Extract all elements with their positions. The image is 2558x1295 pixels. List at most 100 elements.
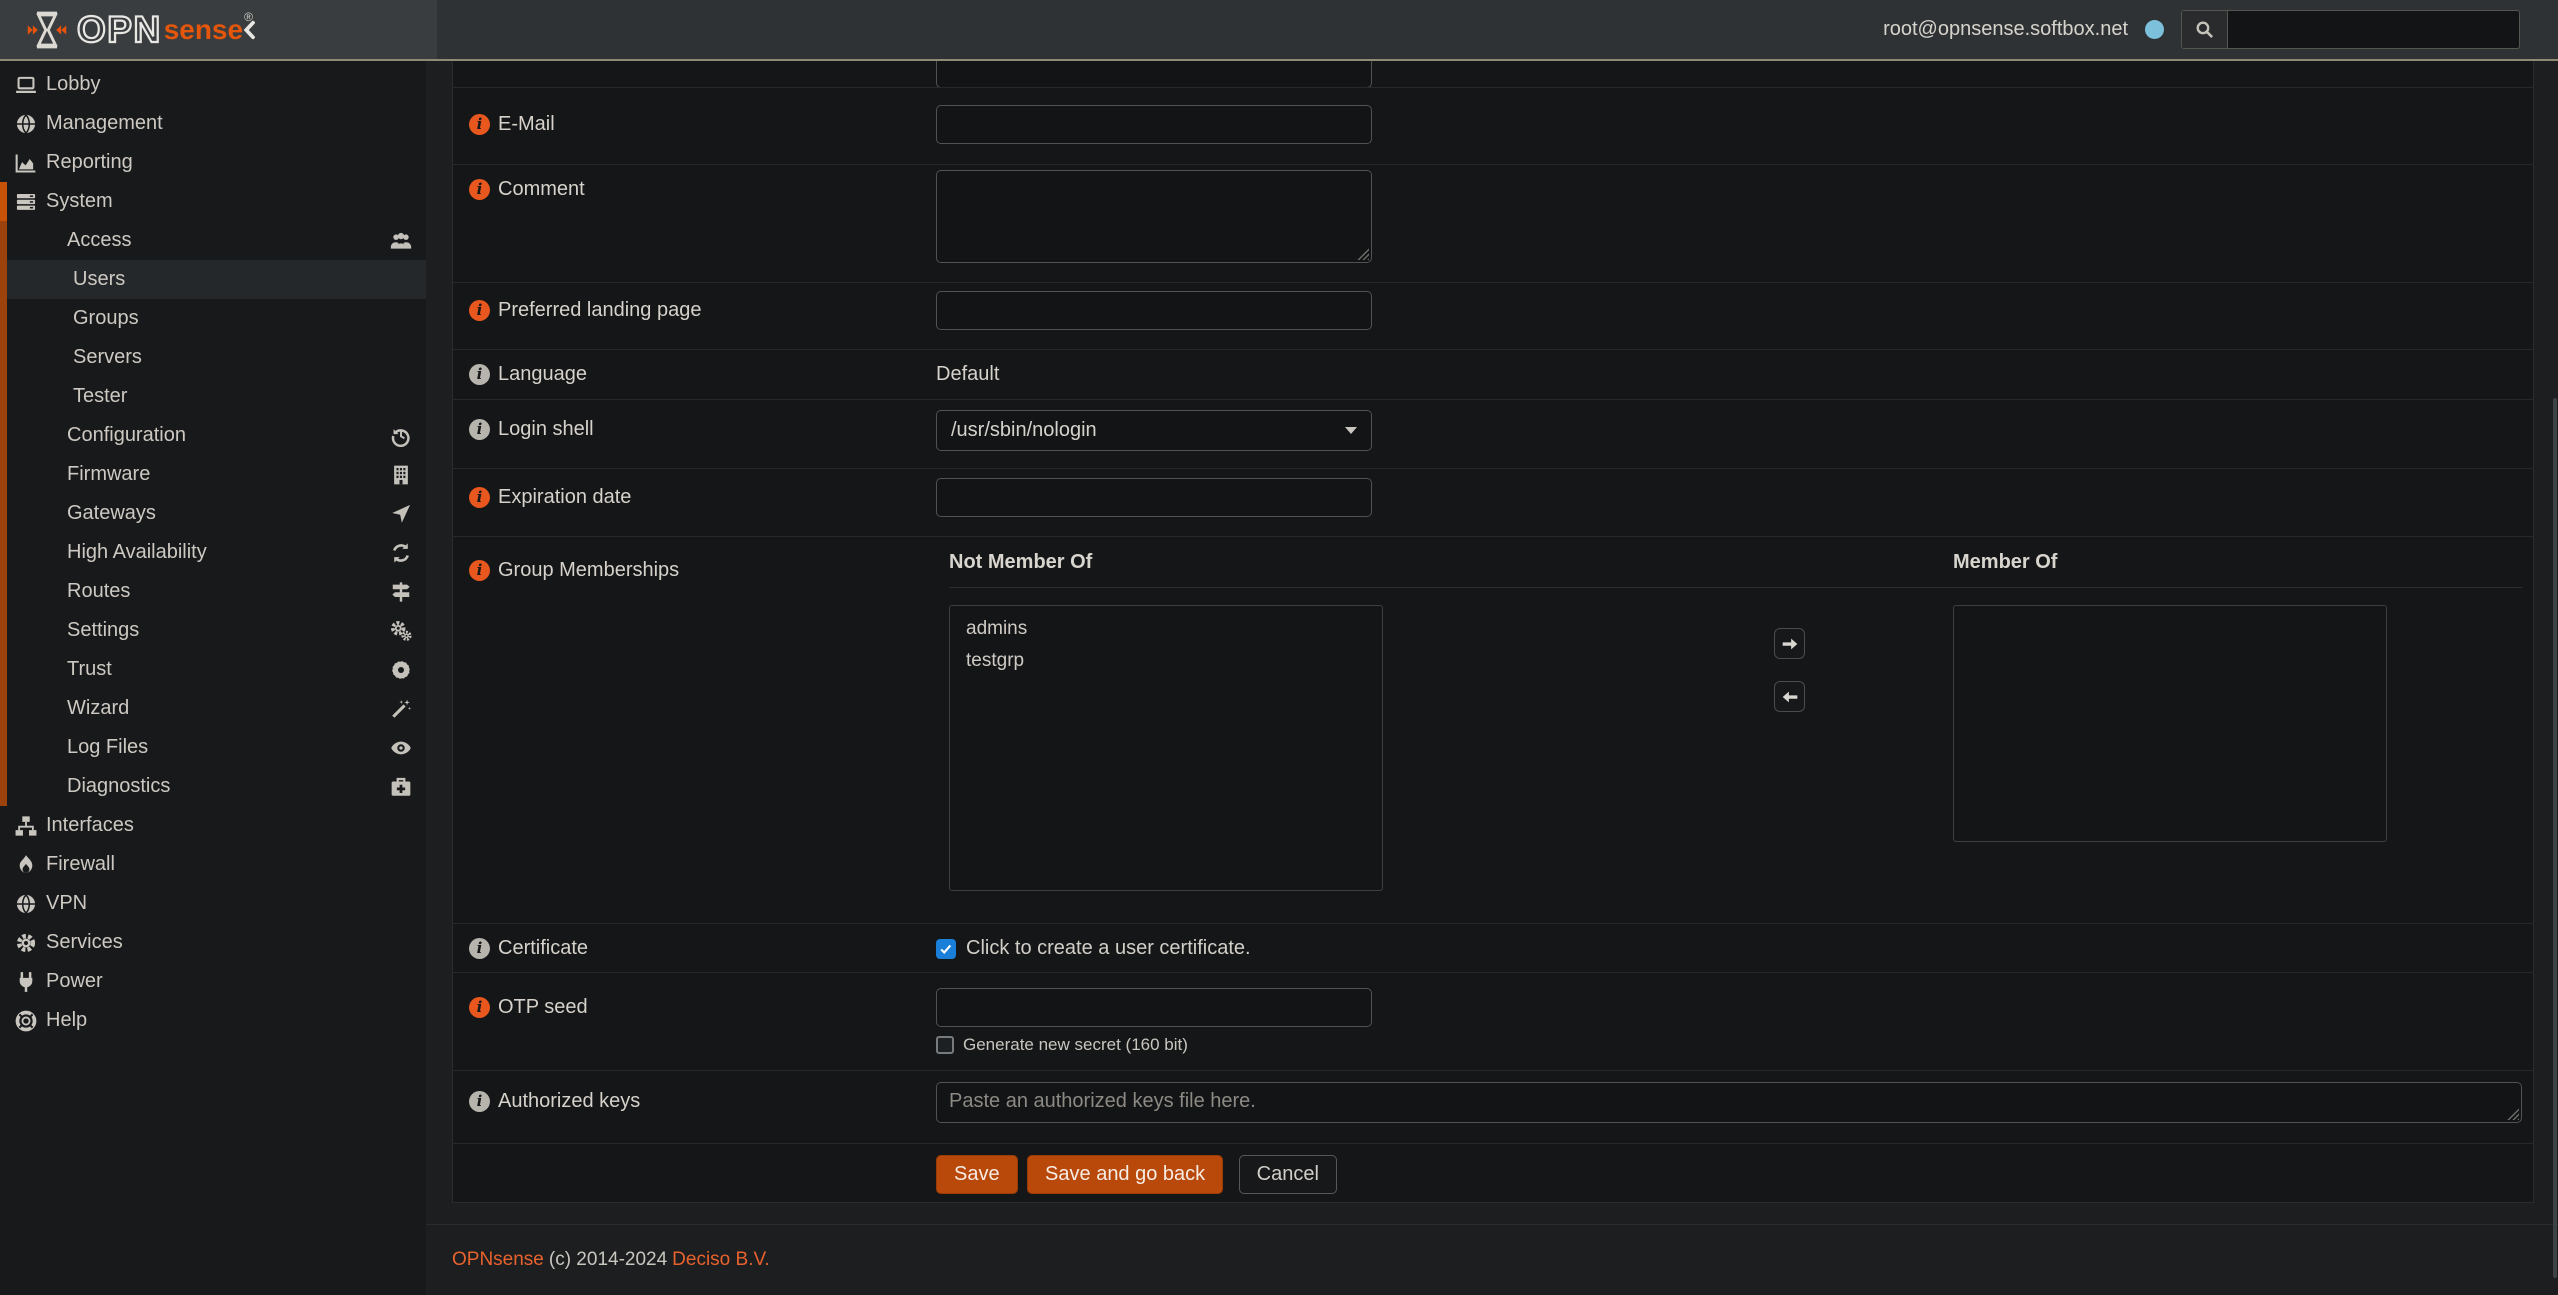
login-shell-value: /usr/sbin/nologin — [951, 419, 1097, 442]
list-item[interactable]: admins — [950, 613, 1382, 645]
form-row-email: i E-Mail — [453, 87, 2533, 164]
sidebar-item-management[interactable]: Management — [0, 104, 426, 143]
dashboard-icon — [14, 74, 38, 96]
globe-icon — [14, 113, 38, 135]
info-icon: i — [469, 114, 490, 135]
field-label: Group Memberships — [498, 551, 679, 590]
generate-secret-label: Generate new secret (160 bit) — [963, 1035, 1188, 1055]
email-input[interactable] — [936, 105, 1372, 144]
list-item[interactable]: testgrp — [950, 645, 1382, 677]
sidebar-item-interfaces[interactable]: Interfaces — [0, 806, 426, 845]
generate-secret-checkbox[interactable] — [936, 1036, 954, 1054]
sidebar-item-label: Firewall — [46, 853, 115, 876]
plug-icon — [14, 971, 38, 993]
field-label: Preferred landing page — [498, 291, 701, 330]
sidebar-collapse-button[interactable] — [237, 17, 263, 43]
location-arrow-icon — [390, 503, 412, 525]
sidebar-item-label: Firmware — [67, 463, 150, 486]
sidebar-item-routes[interactable]: Routes — [0, 572, 426, 611]
footer-opnsense-link[interactable]: OPNsense — [452, 1249, 544, 1270]
form-row-expiration: i Expiration date — [453, 468, 2533, 536]
sidebar-item-servers[interactable]: Servers — [0, 338, 426, 377]
create-certificate-checkbox[interactable] — [936, 939, 956, 959]
eye-icon — [390, 737, 412, 759]
sidebar-item-label: VPN — [46, 892, 87, 915]
search-input[interactable] — [2228, 11, 2519, 48]
top-bar: OPNsense® root@opnsense.softbox.net — [0, 0, 2558, 61]
sidebar-item-help[interactable]: Help — [0, 1001, 426, 1040]
sidebar-item-settings[interactable]: Settings — [0, 611, 426, 650]
sidebar-item-users[interactable]: Users — [0, 260, 426, 299]
cancel-button[interactable]: Cancel — [1239, 1155, 1337, 1194]
comment-textarea[interactable] — [936, 170, 1372, 263]
sidebar-item-label: Diagnostics — [67, 775, 170, 798]
sidebar-item-label: Servers — [73, 346, 142, 369]
info-icon: i — [469, 364, 490, 385]
sidebar-item-high-availability[interactable]: High Availability — [0, 533, 426, 572]
save-and-go-back-button[interactable]: Save and go back — [1027, 1155, 1223, 1194]
cogs-icon — [390, 620, 412, 642]
sidebar-item-log-files[interactable]: Log Files — [0, 728, 426, 767]
hourglass-logo-icon — [27, 9, 67, 51]
field-label: Language — [498, 355, 587, 394]
chevron-left-icon — [240, 20, 260, 40]
otp-seed-input[interactable] — [936, 988, 1372, 1027]
info-icon: i — [469, 419, 490, 440]
sidebar-item-firewall[interactable]: Firewall — [0, 845, 426, 884]
refresh-icon — [390, 542, 412, 564]
info-icon: i — [469, 487, 490, 508]
authorized-keys-textarea[interactable] — [936, 1082, 2522, 1123]
sidebar-item-label: Groups — [73, 307, 139, 330]
fire-icon — [14, 854, 38, 876]
page-scrollbar[interactable] — [2553, 398, 2557, 1278]
globe-icon — [14, 893, 38, 915]
sidebar-item-diagnostics[interactable]: Diagnostics — [0, 767, 426, 806]
life-ring-icon — [14, 1010, 38, 1032]
arrow-right-icon — [1781, 635, 1799, 653]
sidebar-item-system[interactable]: System — [0, 182, 426, 221]
form-row-group-memberships: i Group Memberships Not Member Of Member… — [453, 536, 2533, 923]
sidebar-item-lobby[interactable]: Lobby — [0, 65, 426, 104]
logo-text-sense: sense — [164, 16, 243, 44]
sidebar-item-services[interactable]: Services — [0, 923, 426, 962]
not-member-of-list[interactable]: admins testgrp — [949, 605, 1383, 891]
sidebar-item-tester[interactable]: Tester — [0, 377, 426, 416]
chevron-down-icon — [1345, 427, 1357, 434]
landing-page-input[interactable] — [936, 291, 1372, 330]
footer-deciso-link[interactable]: Deciso B.V. — [672, 1249, 770, 1270]
sidebar-item-reporting[interactable]: Reporting — [0, 143, 426, 182]
login-shell-select[interactable]: /usr/sbin/nologin — [936, 410, 1372, 451]
field-label: E-Mail — [498, 105, 555, 144]
form-row-authorized-keys: i Authorized keys — [453, 1070, 2533, 1143]
sidebar-item-access[interactable]: Access — [0, 221, 426, 260]
member-of-list[interactable] — [1953, 605, 2387, 842]
sidebar-item-power[interactable]: Power — [0, 962, 426, 1001]
footer-copyright: (c) 2014-2024 — [549, 1249, 667, 1270]
sidebar-item-trust[interactable]: Trust — [0, 650, 426, 689]
sidebar-item-vpn[interactable]: VPN — [0, 884, 426, 923]
server-icon — [14, 191, 38, 213]
map-signs-icon — [390, 581, 412, 603]
sidebar-item-label: Log Files — [67, 736, 148, 759]
sidebar-item-configuration[interactable]: Configuration — [0, 416, 426, 455]
sidebar-item-groups[interactable]: Groups — [0, 299, 426, 338]
user-status-dot — [2145, 20, 2164, 39]
save-button[interactable]: Save — [936, 1155, 1018, 1194]
sidebar-item-gateways[interactable]: Gateways — [0, 494, 426, 533]
expiration-date-input[interactable] — [936, 478, 1372, 517]
form-actions-row: Save Save and go back Cancel — [453, 1143, 2533, 1202]
form-row-partial — [453, 61, 2533, 87]
partial-input[interactable] — [936, 61, 1372, 87]
sidebar-item-label: Reporting — [46, 151, 133, 174]
add-to-group-button[interactable] — [1774, 628, 1805, 659]
sidebar-item-wizard[interactable]: Wizard — [0, 689, 426, 728]
certificate-checkbox-label: Click to create a user certificate. — [966, 937, 1251, 960]
remove-from-group-button[interactable] — [1774, 681, 1805, 712]
sidebar-item-label: Help — [46, 1009, 87, 1032]
field-label: Login shell — [498, 410, 594, 449]
sidebar-item-label: Users — [73, 268, 125, 291]
magic-icon — [390, 698, 412, 720]
logged-in-user: root@opnsense.softbox.net — [1883, 18, 2128, 41]
info-icon: i — [469, 938, 490, 959]
sidebar-item-firmware[interactable]: Firmware — [0, 455, 426, 494]
